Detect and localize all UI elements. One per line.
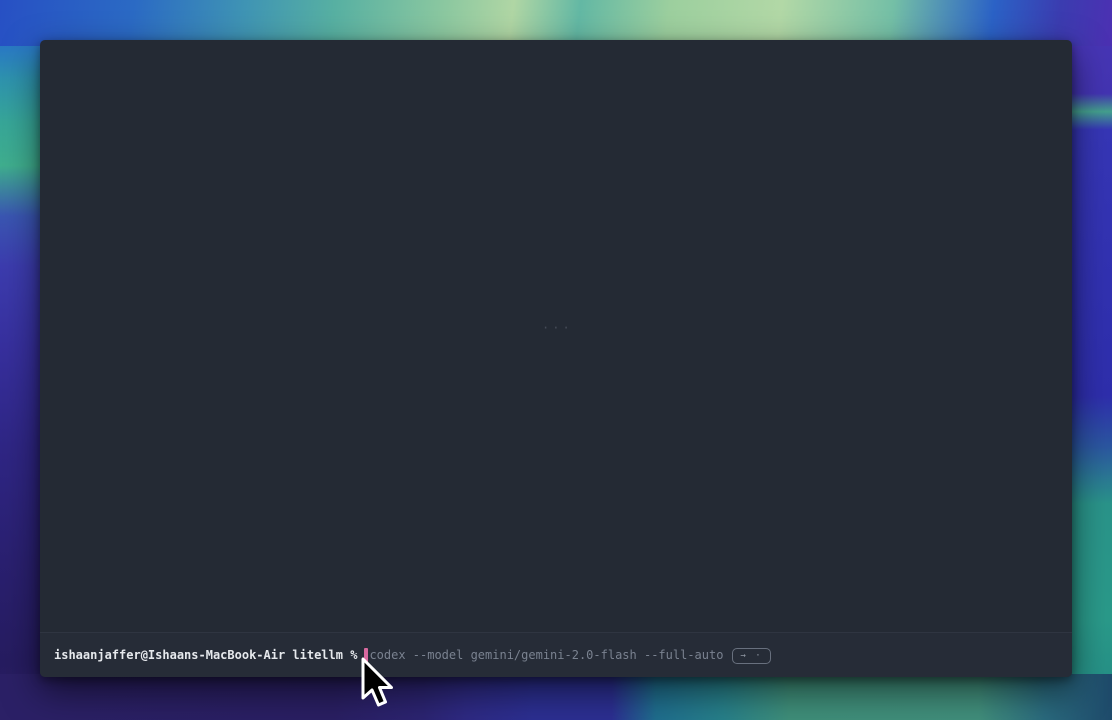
autosuggest-hint-badge: → ·	[732, 648, 770, 664]
loading-dots: ···	[542, 321, 573, 335]
wallpaper-right-strip	[1066, 0, 1112, 720]
terminal-window[interactable]: ··· ishaanjaffer@Ishaans-MacBook-Air lit…	[40, 40, 1072, 677]
desktop: ··· ishaanjaffer@Ishaans-MacBook-Air lit…	[0, 0, 1112, 720]
command-line[interactable]: ishaanjaffer@Ishaans-MacBook-Air litellm…	[54, 647, 771, 664]
text-cursor	[364, 648, 368, 663]
wallpaper-bottom-strip	[0, 674, 1112, 720]
command-suggestion-text: codex --model gemini/gemini-2.0-flash --…	[369, 647, 723, 664]
shell-prompt: ishaanjaffer@Ishaans-MacBook-Air litellm…	[54, 647, 357, 664]
